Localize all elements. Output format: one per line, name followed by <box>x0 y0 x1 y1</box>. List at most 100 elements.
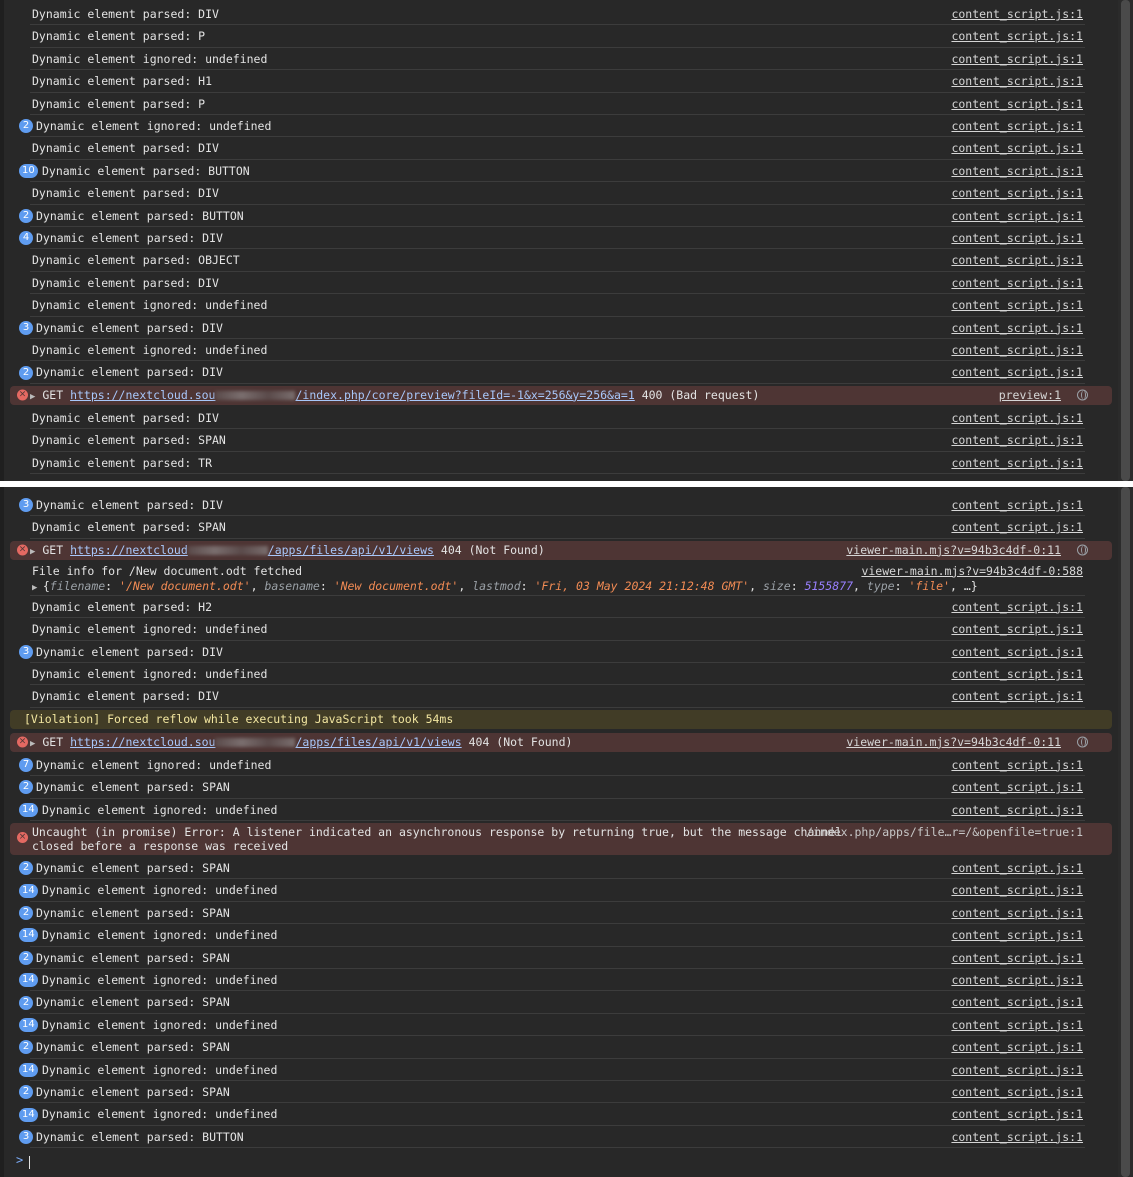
source-link[interactable]: content_script.js:1 <box>951 947 1083 969</box>
log-row: 2 Dynamic element parsed: BUTTON content_s… <box>10 205 1112 227</box>
scrollbar-bottom[interactable] <box>1118 487 1133 1177</box>
source-link[interactable]: content_script.js:1 <box>951 799 1083 821</box>
source-link[interactable]: content_script.js:1 <box>951 641 1083 663</box>
source-link[interactable]: content_script.js:1 <box>951 1059 1083 1081</box>
log-message: Dynamic element parsed: SPAN <box>36 995 230 1010</box>
repeat-count-badge: 3 <box>19 644 33 659</box>
source-link[interactable]: content_script.js:1 <box>951 48 1083 70</box>
source-link[interactable]: content_script.js:1 <box>951 3 1083 25</box>
log-message: Dynamic element parsed: SPAN <box>36 905 230 920</box>
object-value: 'Fri, 03 May 2024 21:12:48 GMT' <box>534 578 750 593</box>
source-link[interactable]: viewer-main.mjs?v=94b3c4df-0:11 <box>846 733 1061 752</box>
error-icon: × <box>17 544 28 556</box>
network-globe-icon[interactable] <box>1077 389 1088 401</box>
log-message: Dynamic element parsed: DIV <box>32 7 219 21</box>
source-link[interactable]: content_script.js:1 <box>951 429 1083 451</box>
expand-triangle-icon[interactable]: ▶ <box>30 739 35 749</box>
source-link[interactable]: content_script.js:1 <box>951 618 1083 640</box>
http-status: 404 (Not Found) <box>468 734 573 749</box>
scrollbar-top[interactable] <box>1118 0 1133 481</box>
log-row: 2 Dynamic element ignored: undefined conte… <box>10 115 1112 138</box>
source-link[interactable]: content_script.js:1 <box>951 879 1083 901</box>
log-message: Dynamic element parsed: SPAN <box>36 1085 230 1099</box>
repeat-count-badge: 3 <box>19 1129 33 1144</box>
network-globe-icon[interactable] <box>1077 736 1088 748</box>
object-value: 'New document.odt' <box>333 578 459 593</box>
console-input[interactable] <box>29 1156 30 1169</box>
source-link[interactable]: content_script.js:1 <box>951 182 1083 204</box>
error-icon: × <box>17 736 28 748</box>
source-link[interactable]: content_script.js:1 <box>951 516 1083 538</box>
log-row: Dynamic element ignored: undefined conten… <box>10 48 1112 71</box>
source-link[interactable]: content_script.js:1 <box>951 452 1083 474</box>
source-link[interactable]: content_script.js:1 <box>951 70 1083 92</box>
source-link[interactable]: content_script.js:1 <box>951 1036 1083 1058</box>
source-link[interactable]: content_script.js:1 <box>951 294 1083 316</box>
repeat-count-badge: 2 <box>19 861 33 876</box>
request-url-link[interactable]: https://nextcloud.sou/apps/files/api/v1/… <box>70 735 462 749</box>
violation-warning-row: [Violation] Forced reflow while executin… <box>10 709 1112 729</box>
request-url-link[interactable]: https://nextcloud/apps/files/api/v1/view… <box>70 543 434 557</box>
source-link[interactable]: content_script.js:1 <box>951 137 1083 159</box>
url-start: https://nextcloud.sou <box>70 387 216 402</box>
row-divider <box>30 537 1085 539</box>
source-link[interactable]: content_script.js:1 <box>951 1014 1083 1036</box>
log-row: Dynamic element parsed: H1 content_script… <box>10 70 1112 93</box>
source-link[interactable]: content_script.js:1 <box>951 924 1083 946</box>
log-row: 2 Dynamic element parsed: DIV content_scri… <box>10 361 1112 384</box>
log-row: 2 Dynamic element parsed: SPAN content_scr… <box>10 1036 1112 1059</box>
source-location[interactable]: /index.php/apps/file…r=/&openfile=true:1 <box>806 825 1083 839</box>
log-row: 14 Dynamic element ignored: undefined cont… <box>10 969 1112 992</box>
network-error-row: × ▶ GET https://nextcloud.sou/apps/files/… <box>10 732 1112 752</box>
source-link[interactable]: content_script.js:1 <box>951 857 1083 879</box>
network-globe-icon[interactable] <box>1077 544 1088 556</box>
expand-triangle-icon[interactable]: ▶ <box>30 547 35 557</box>
url-end: /apps/files/api/v1/views <box>267 542 434 557</box>
source-link[interactable]: content_script.js:1 <box>951 115 1083 137</box>
log-row: 14 Dynamic element ignored: undefined cont… <box>10 924 1112 947</box>
source-link[interactable]: content_script.js:1 <box>951 1126 1083 1148</box>
source-link[interactable]: content_script.js:1 <box>951 93 1083 115</box>
source-link[interactable]: content_script.js:1 <box>951 902 1083 924</box>
request-url-link[interactable]: https://nextcloud.sou/index.php/core/pre… <box>70 388 635 402</box>
source-link[interactable]: content_script.js:1 <box>951 407 1083 429</box>
log-row: Dynamic element parsed: DIV content_scrip… <box>10 685 1112 708</box>
source-link[interactable]: content_script.js:1 <box>951 361 1083 383</box>
source-link[interactable]: preview:1 <box>999 386 1061 405</box>
source-link[interactable]: content_script.js:1 <box>951 969 1083 991</box>
source-link[interactable]: content_script.js:1 <box>951 494 1083 516</box>
source-link[interactable]: content_script.js:1 <box>951 1103 1083 1125</box>
source-link[interactable]: content_script.js:1 <box>951 596 1083 618</box>
source-link[interactable]: content_script.js:1 <box>951 25 1083 47</box>
log-row: Dynamic element parsed: DIV content_scrip… <box>10 272 1112 295</box>
log-message: Dynamic element parsed: TR <box>32 455 213 470</box>
source-link[interactable]: content_script.js:1 <box>951 317 1083 339</box>
source-link[interactable]: content_script.js:1 <box>951 685 1083 707</box>
console-panel-top: Dynamic element parsed: DIV content_scrip… <box>0 0 1118 481</box>
source-link[interactable]: content_script.js:1 <box>951 227 1083 249</box>
source-link[interactable]: content_script.js:1 <box>951 1081 1083 1103</box>
source-link[interactable]: viewer-main.mjs?v=94b3c4df-0:11 <box>846 541 1061 560</box>
expand-triangle-icon[interactable]: ▶ <box>32 583 43 593</box>
error-icon: × <box>17 389 28 401</box>
source-link[interactable]: content_script.js:1 <box>951 663 1083 685</box>
source-link[interactable]: content_script.js:1 <box>951 754 1083 776</box>
source-link[interactable]: content_script.js:1 <box>951 249 1083 271</box>
source-link[interactable]: content_script.js:1 <box>951 272 1083 294</box>
source-link[interactable]: content_script.js:1 <box>951 205 1083 227</box>
expand-triangle-icon[interactable]: ▶ <box>30 392 35 402</box>
row-divider <box>30 472 1085 474</box>
source-link[interactable]: viewer-main.mjs?v=94b3c4df-0:588 <box>861 564 1083 579</box>
source-link[interactable]: content_script.js:1 <box>951 160 1083 182</box>
log-message: Dynamic element parsed: DIV <box>32 689 219 704</box>
source-link[interactable]: content_script.js:1 <box>951 991 1083 1013</box>
source-link[interactable]: content_script.js:1 <box>951 339 1083 361</box>
network-error-row: × ▶ GET https://nextcloud.sou/index.php/c… <box>10 385 1112 405</box>
scrollbar-thumb[interactable] <box>1121 0 1130 481</box>
object-preview[interactable]: ▶ {filename: '/New document.odt', basena… <box>32 579 978 596</box>
repeat-count-badge: 14 <box>19 928 38 943</box>
scrollbar-thumb[interactable] <box>1121 487 1130 1177</box>
log-message: Dynamic element parsed: H2 <box>32 599 213 614</box>
log-message: Dynamic element ignored: undefined <box>32 343 268 357</box>
source-link[interactable]: content_script.js:1 <box>951 776 1083 798</box>
